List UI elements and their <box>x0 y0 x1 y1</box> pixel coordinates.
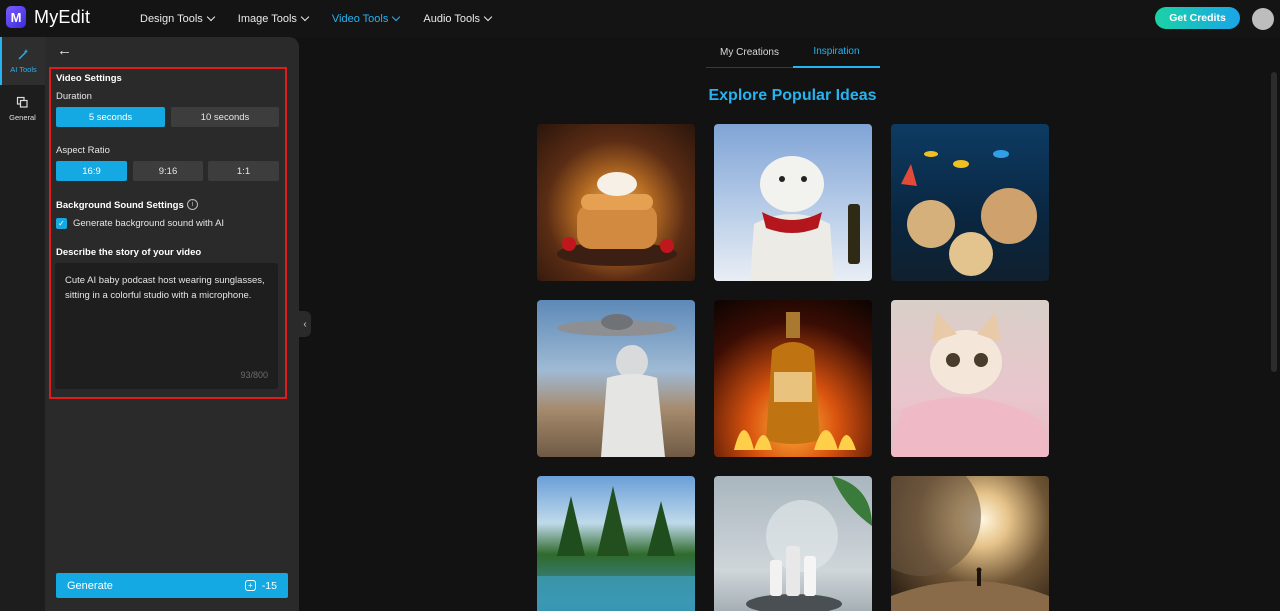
bg-sound-title: Background Sound Settings <box>56 200 184 211</box>
bg-sound-checkbox-label: Generate background sound with AI <box>73 218 225 229</box>
planet-desert-thumbnail[interactable] <box>891 476 1049 611</box>
duration-label: Duration <box>56 91 92 102</box>
tool-rail: AI Tools General <box>0 37 45 611</box>
generate-button[interactable]: Generate + -15 <box>56 573 288 598</box>
main-nav: Design Tools Image Tools Video Tools Aud… <box>140 0 515 37</box>
polar-bear-thumbnail[interactable] <box>714 124 872 281</box>
page-title: Explore Popular Ideas <box>708 87 877 104</box>
forest-river-thumbnail[interactable] <box>537 476 695 611</box>
story-textarea[interactable]: Cute AI baby podcast host wearing sungla… <box>55 263 278 389</box>
story-text: Cute AI baby podcast host wearing sungla… <box>65 275 265 301</box>
tab-my-creations[interactable]: My Creations <box>706 37 793 68</box>
collapse-panel-handle[interactable]: ‹ <box>299 311 311 337</box>
settings-panel: ← Video Settings Duration 5 seconds 10 s… <box>45 37 299 611</box>
myedit-logo-icon: M <box>6 6 26 28</box>
get-credits-button[interactable]: Get Credits <box>1155 7 1240 29</box>
kitten-thumbnail[interactable] <box>891 300 1049 457</box>
nav-video-tools[interactable]: Video Tools <box>332 12 401 25</box>
rail-item-ai-tools[interactable]: AI Tools <box>0 37 45 85</box>
aspect-1-1-button[interactable]: 1:1 <box>208 161 279 181</box>
story-label: Describe the story of your video <box>56 247 202 258</box>
coral-reef-thumbnail[interactable] <box>891 124 1049 281</box>
info-icon[interactable]: i <box>187 199 198 210</box>
astronaut-ufo-thumbnail[interactable] <box>537 300 695 457</box>
pancakes-thumbnail[interactable] <box>537 124 695 281</box>
video-settings-title: Video Settings <box>56 73 122 84</box>
duration-5-seconds-button[interactable]: 5 seconds <box>56 107 165 127</box>
chevron-down-icon <box>483 12 493 22</box>
char-counter: 93/800 <box>240 370 268 380</box>
rail-item-general[interactable]: General <box>0 85 45 133</box>
duration-10-seconds-button[interactable]: 10 seconds <box>171 107 279 127</box>
whiskey-fire-thumbnail[interactable] <box>714 300 872 457</box>
product-display-thumbnail[interactable] <box>714 476 872 611</box>
aspect-16-9-button[interactable]: 16:9 <box>56 161 127 181</box>
nav-image-tools[interactable]: Image Tools <box>238 12 310 25</box>
content-tabs: My Creations Inspiration <box>706 37 880 68</box>
chevron-down-icon <box>392 12 401 22</box>
top-bar: M MyEdit Design Tools Image Tools Video … <box>0 0 1280 37</box>
generate-cost: + -15 <box>244 580 277 592</box>
chevron-down-icon <box>206 12 216 22</box>
app-logo[interactable]: M MyEdit <box>6 6 90 28</box>
tab-inspiration[interactable]: Inspiration <box>793 37 880 68</box>
aspect-9-16-button[interactable]: 9:16 <box>133 161 203 181</box>
layers-icon <box>16 96 29 111</box>
back-arrow-icon[interactable]: ← <box>57 42 72 59</box>
nav-design-tools[interactable]: Design Tools <box>140 12 216 25</box>
credit-icon: + <box>244 580 256 591</box>
bg-sound-checkbox[interactable]: ✓ <box>56 218 67 229</box>
nav-audio-tools[interactable]: Audio Tools <box>423 12 493 25</box>
magic-wand-icon <box>17 48 30 63</box>
avatar[interactable] <box>1252 8 1274 30</box>
scrollbar[interactable] <box>1271 72 1277 372</box>
chevron-down-icon <box>300 12 310 22</box>
app-name: MyEdit <box>34 6 91 27</box>
aspect-ratio-label: Aspect Ratio <box>56 145 110 156</box>
